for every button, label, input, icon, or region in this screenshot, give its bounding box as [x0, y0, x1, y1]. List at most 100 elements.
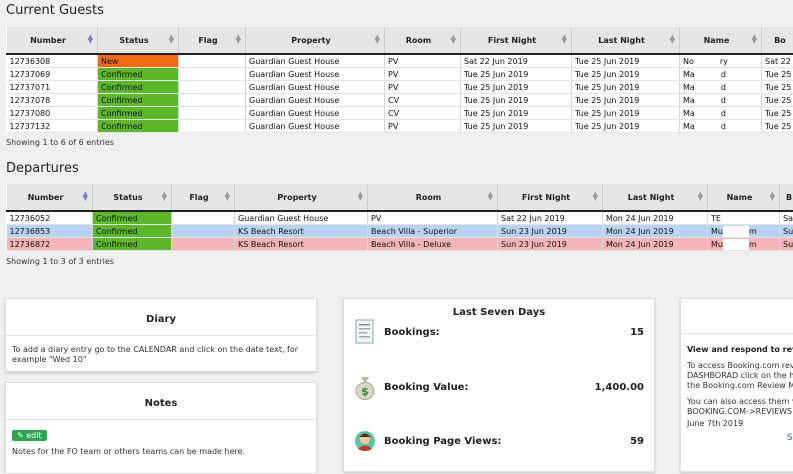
first-night-cell: Tue 25 Jun 2019 [461, 120, 572, 133]
column-header-last-night[interactable]: Last Night▲▼ [572, 27, 680, 54]
booking-number-cell: 12737132 [7, 120, 98, 133]
flag-cell [179, 94, 246, 107]
column-header-property[interactable]: Property▲▼ [235, 184, 368, 211]
first-night-cell: Tue 25 Jun 2019 [461, 68, 572, 81]
column-header-name[interactable]: Name▲▼ [708, 184, 780, 211]
column-header-status[interactable]: Status▲▼ [93, 184, 172, 211]
flag-cell [179, 68, 246, 81]
column-header-number[interactable]: Number▲▼ [7, 27, 98, 54]
column-header-first-night[interactable]: First Night▲▼ [498, 184, 603, 211]
booking-value-value: 1,400.00 [595, 382, 644, 393]
status-cell: Confirmed [98, 120, 179, 133]
booked-cell: Tue 25 [762, 107, 793, 120]
column-header-room[interactable]: Room▲▼ [368, 184, 498, 211]
last-night-cell: Mon 24 Jun 2019 [603, 225, 708, 238]
table-row[interactable]: 12736308NewGuardian Guest HousePVSat 22 … [7, 54, 793, 68]
guest-name-end: m [749, 227, 757, 236]
redaction-mask [723, 239, 749, 250]
first-night-cell: Sun 23 Jun 2019 [498, 225, 603, 238]
room-cell: Beach Villa - Superior [368, 225, 498, 238]
sort-asc-icon: ▲▼ [88, 35, 93, 43]
reviews-line: DASHBORAD click on the ha [687, 371, 793, 381]
redaction-mask [694, 56, 720, 67]
column-header-first-night[interactable]: First Night▲▼ [461, 27, 572, 54]
table-row[interactable]: 12736052ConfirmedGuardian Guest HousePVS… [7, 211, 793, 225]
flag-cell [172, 211, 235, 225]
column-header-status[interactable]: Status▲▼ [98, 27, 179, 54]
column-header-flag[interactable]: Flag▲▼ [179, 27, 246, 54]
money-bag-icon: $ [354, 374, 376, 400]
column-header-flag[interactable]: Flag▲▼ [172, 184, 235, 211]
column-header-bo[interactable]: Bo [762, 27, 793, 54]
flag-cell [179, 107, 246, 120]
column-header-room[interactable]: Room▲▼ [385, 27, 461, 54]
guest-name-start: TE [711, 214, 721, 223]
room-cell: PV [385, 68, 461, 81]
first-night-cell: Tue 25 Jun 2019 [461, 107, 572, 120]
guest-name-start: Ma [683, 70, 695, 79]
guest-name-cell: Mum [708, 238, 780, 251]
status-cell: New [98, 54, 179, 68]
edit-notes-button[interactable]: ✎ edit [12, 430, 47, 441]
booked-cell: Tue 25 [762, 120, 793, 133]
room-cell: CV [385, 107, 461, 120]
booked-cell: Tue 25 [762, 94, 793, 107]
diary-text: To add a diary entry go to the CALENDAR … [12, 345, 308, 365]
booked-cell: Su [780, 238, 793, 251]
guest-name-end: d [721, 70, 726, 79]
guest-name-end: ry [720, 57, 728, 66]
booked-cell: Tue 25 [762, 68, 793, 81]
booked-cell: Sa [780, 211, 793, 225]
reviews-see-link[interactable]: Se [787, 433, 793, 443]
bookings-stat: Bookings: 15 [354, 319, 644, 349]
property-cell: Guardian Guest House [235, 211, 368, 225]
table-row[interactable]: 12736872ConfirmedKS Beach ResortBeach Vi… [7, 238, 793, 251]
guest-name-cell: Mad [680, 81, 762, 94]
last-night-cell: Mon 24 Jun 2019 [603, 211, 708, 225]
edit-label: edit [26, 431, 41, 440]
property-cell: Guardian Guest House [246, 81, 385, 94]
last-night-cell: Tue 25 Jun 2019 [572, 68, 680, 81]
property-cell: Guardian Guest House [246, 68, 385, 81]
sort-icon: ▲▼ [752, 35, 757, 43]
sort-icon: ▲▼ [162, 192, 167, 200]
diary-title: Diary [6, 314, 316, 325]
booked-cell: Sat 22 [762, 54, 793, 68]
sort-icon: ▲▼ [670, 35, 675, 43]
sort-icon: ▲▼ [375, 35, 380, 43]
booked-cell: Tue 25 [762, 81, 793, 94]
table-row[interactable]: 12736853ConfirmedKS Beach ResortBeach Vi… [7, 225, 793, 238]
column-header-property[interactable]: Property▲▼ [246, 27, 385, 54]
redaction-mask [695, 95, 721, 106]
first-night-cell: Tue 25 Jun 2019 [461, 81, 572, 94]
divider [6, 335, 316, 336]
booking-number-cell: 12736853 [7, 225, 93, 238]
sort-icon: ▲▼ [236, 35, 241, 43]
pencil-icon: ✎ [17, 431, 24, 440]
property-cell: Guardian Guest House [246, 107, 385, 120]
last-seven-days-title: Last Seven Days [344, 307, 654, 318]
column-header-name[interactable]: Name▲▼ [680, 27, 762, 54]
column-header-bo[interactable]: B [780, 184, 793, 211]
bookings-value: 15 [630, 327, 644, 338]
guest-name-start: Ma [683, 122, 695, 131]
table-row[interactable]: 12737069ConfirmedGuardian Guest HousePVT… [7, 68, 793, 81]
guest-name-end: m [749, 240, 757, 249]
table-row[interactable]: 12737071ConfirmedGuardian Guest HousePVT… [7, 81, 793, 94]
notes-text: Notes for the FO team or others teams ca… [12, 447, 245, 456]
sort-icon: ▲▼ [698, 192, 703, 200]
first-night-cell: Sun 23 Jun 2019 [498, 238, 603, 251]
notes-title: Notes [6, 398, 316, 409]
current-guests-table: Number▲▼ Status▲▼ Flag▲▼ Property▲▼ Room… [6, 27, 793, 133]
table-row[interactable]: 12737080ConfirmedGuardian Guest HouseCVT… [7, 107, 793, 120]
guest-name-cell: Ma d [680, 68, 762, 81]
property-cell: Guardian Guest House [246, 94, 385, 107]
table-header-row: Number▲▼ Status▲▼ Flag▲▼ Property▲▼ Room… [7, 27, 793, 54]
last-night-cell: Tue 25 Jun 2019 [572, 120, 680, 133]
guest-name-cell: Mad [680, 107, 762, 120]
table-row[interactable]: 12737078ConfirmedGuardian Guest HouseCVT… [7, 94, 793, 107]
status-cell: Confirmed [93, 225, 172, 238]
table-row[interactable]: 12737132ConfirmedGuardian Guest HousePVT… [7, 120, 793, 133]
column-header-last-night[interactable]: Last Night▲▼ [603, 184, 708, 211]
column-header-number[interactable]: Number▲▼ [7, 184, 93, 211]
